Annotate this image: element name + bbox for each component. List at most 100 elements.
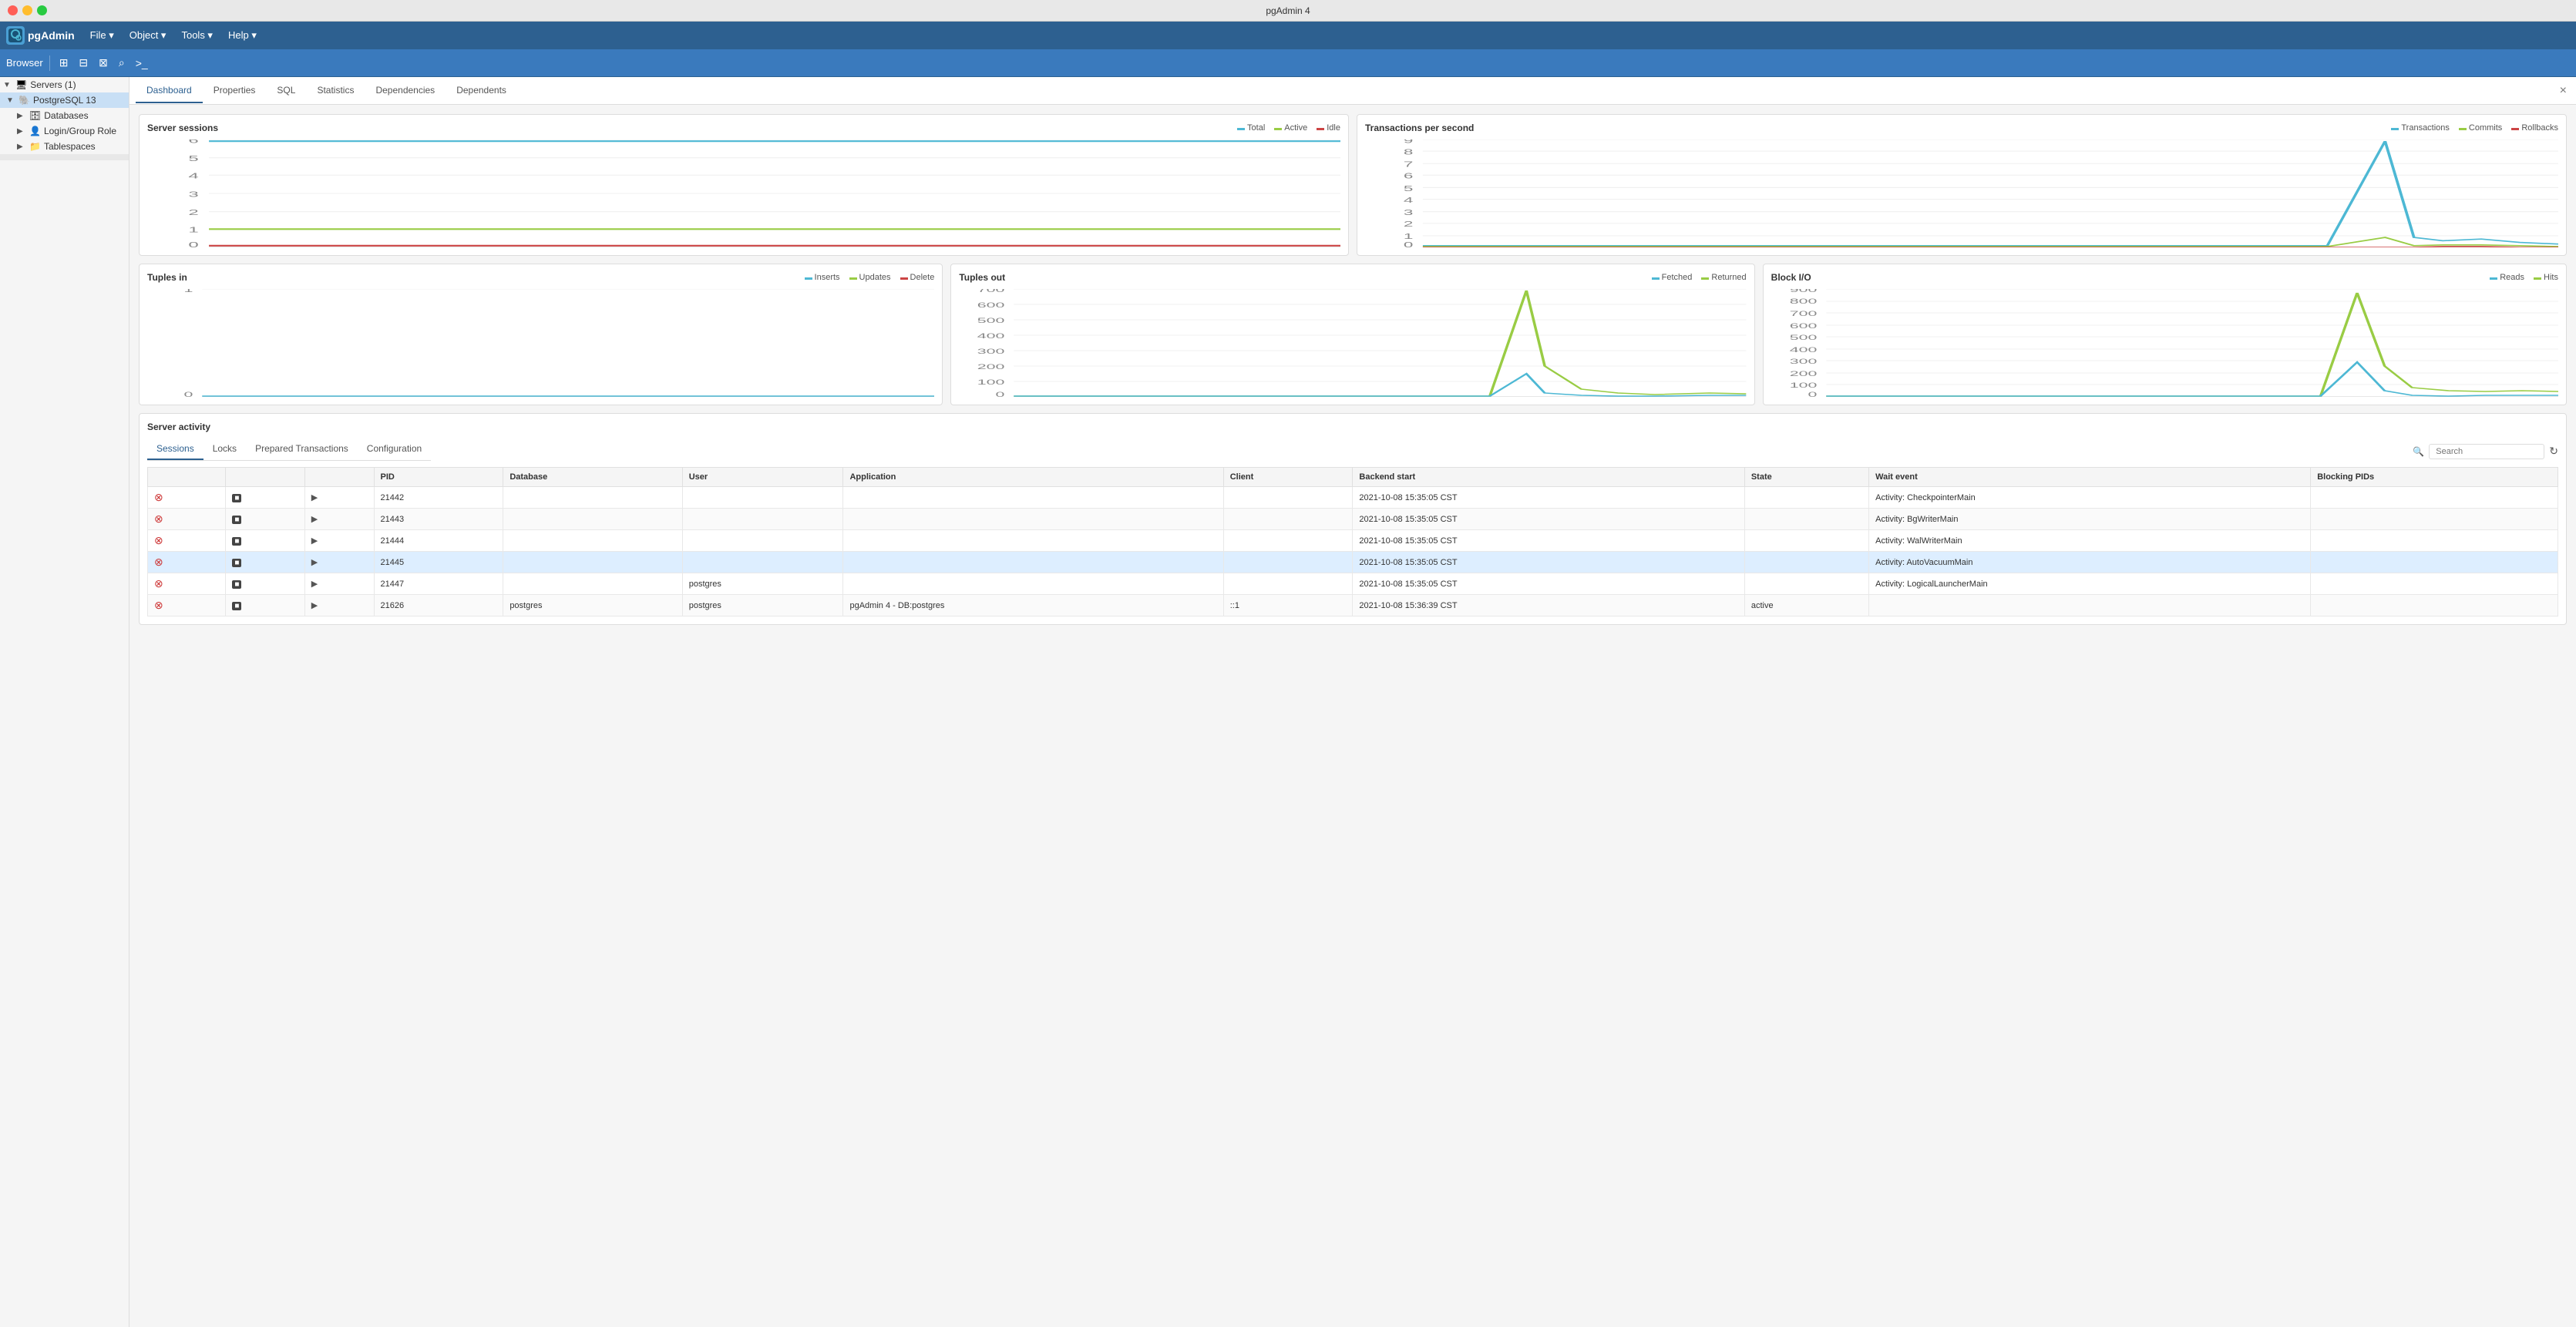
refresh-icon[interactable]: ↻ [2549, 445, 2558, 458]
block-io-legend: Reads Hits [2490, 273, 2558, 282]
tab-statistics[interactable]: Statistics [306, 79, 365, 103]
server-sessions-svg: 6 5 4 3 2 1 0 [147, 139, 1340, 247]
row-terminate: ⊗ [148, 487, 226, 509]
tab-dependencies[interactable]: Dependencies [365, 79, 446, 103]
menu-object[interactable]: Object ▾ [123, 26, 173, 45]
expand-arrow-tablespaces[interactable]: ▶ [17, 143, 26, 151]
svg-text:2: 2 [188, 208, 198, 217]
cell-database [503, 509, 682, 530]
cell-user [682, 509, 843, 530]
tab-properties[interactable]: Properties [203, 79, 267, 103]
transactions-legend: Transactions Commits Rollbacks [2391, 123, 2558, 133]
table-icon[interactable]: ⊟ [76, 53, 91, 72]
transactions-chart: 9 8 7 6 5 4 3 2 1 0 [1365, 139, 2558, 247]
expand-arrow-roles[interactable]: ▶ [17, 127, 26, 136]
cell-user [682, 552, 843, 573]
menu-tools[interactable]: Tools ▾ [175, 26, 219, 45]
row-expand-btn[interactable]: ▶ [304, 487, 374, 509]
table-row: ⊗ ■ ▶ 21444 2021-10-08 15:35:05 CST [148, 530, 2558, 552]
table-row: ⊗ ■ ▶ 21442 2021-10-08 15:35:05 CST [148, 487, 2558, 509]
svg-text:500: 500 [1789, 334, 1817, 341]
row-expand-btn[interactable]: ▶ [304, 530, 374, 552]
sidebar-item-databases[interactable]: ▶ 🗄 Databases [0, 108, 129, 123]
grid-view-icon[interactable]: ⊞ [56, 53, 72, 72]
activity-tab-configuration[interactable]: Configuration [358, 438, 431, 460]
close-button[interactable] [8, 5, 18, 15]
table-row: ⊗ ■ ▶ 21626 postgres postgres pgAdmin 4 … [148, 595, 2558, 616]
maximize-button[interactable] [37, 5, 47, 15]
search-icon[interactable]: ⌕ [116, 53, 128, 72]
legend-rollbacks: Rollbacks [2511, 123, 2558, 133]
legend-transactions: Transactions [2391, 123, 2450, 133]
svg-text:5: 5 [1404, 184, 1413, 193]
sidebar: ▼ 🖥 Servers (1) ▼ 🐘 PostgreSQL 13 ▶ 🗄 Da… [0, 77, 129, 1327]
search-icon: 🔍 [2413, 446, 2424, 457]
minimize-button[interactable] [22, 5, 32, 15]
sidebar-scrollbar[interactable] [0, 154, 129, 160]
tuples-in-header: Tuples in Inserts Updates Delete [147, 272, 934, 283]
sidebar-item-tablespaces[interactable]: ▶ 📁 Tablespaces [0, 139, 129, 154]
sidebar-item-servers[interactable]: ▼ 🖥 Servers (1) [0, 77, 129, 92]
tab-dependents[interactable]: Dependents [446, 79, 517, 103]
properties-icon[interactable]: ⊠ [96, 53, 111, 72]
cell-state [1744, 487, 1868, 509]
cell-state [1744, 530, 1868, 552]
cell-user [682, 487, 843, 509]
search-input[interactable] [2429, 444, 2544, 459]
tuples-in-legend: Inserts Updates Delete [805, 273, 935, 282]
activity-tab-locks[interactable]: Locks [203, 438, 246, 460]
svg-text:1: 1 [1404, 232, 1413, 240]
row-cancel: ■ [226, 573, 304, 595]
block-io-chart: 900 800 700 600 500 400 300 200 100 0 [1771, 289, 2558, 397]
svg-text:500: 500 [977, 317, 1005, 324]
cell-blocking-pids [2311, 552, 2558, 573]
sidebar-item-postgresql[interactable]: ▼ 🐘 PostgreSQL 13 [0, 92, 129, 108]
cell-database [503, 552, 682, 573]
tab-close-button[interactable]: × [2557, 84, 2570, 98]
terminal-icon[interactable]: >_ [133, 54, 151, 72]
activity-search: 🔍 ↻ [2413, 444, 2558, 462]
row-expand-btn[interactable]: ▶ [304, 595, 374, 616]
menu-file[interactable]: File ▾ [84, 26, 120, 45]
svg-text:100: 100 [977, 378, 1005, 386]
menu-help[interactable]: Help ▾ [222, 26, 263, 45]
svg-text:6: 6 [188, 139, 198, 144]
row-expand-btn[interactable]: ▶ [304, 509, 374, 530]
block-io-panel: Block I/O Reads Hits [1763, 264, 2567, 405]
tab-sql[interactable]: SQL [266, 79, 306, 103]
svg-text:3: 3 [188, 190, 198, 198]
svg-text:900: 900 [1789, 289, 1817, 294]
svg-text:700: 700 [977, 289, 1005, 294]
svg-text:200: 200 [1789, 370, 1817, 378]
expand-arrow-postgresql[interactable]: ▼ [6, 96, 15, 105]
row-expand-btn[interactable]: ▶ [304, 573, 374, 595]
cell-application [843, 487, 1223, 509]
col-client: Client [1223, 468, 1353, 487]
col-expand [304, 468, 374, 487]
activity-tab-prepared-transactions[interactable]: Prepared Transactions [246, 438, 358, 460]
cell-blocking-pids [2311, 530, 2558, 552]
sidebar-item-login-roles[interactable]: ▶ 👤 Login/Group Role [0, 123, 129, 139]
svg-text:800: 800 [1789, 297, 1817, 305]
cell-state [1744, 552, 1868, 573]
activity-tab-sessions[interactable]: Sessions [147, 438, 203, 460]
tablespaces-label: Tablespaces [44, 141, 96, 152]
cell-backend-start: 2021-10-08 15:35:05 CST [1353, 552, 1744, 573]
svg-text:2: 2 [1404, 220, 1413, 228]
app-name: pgAdmin [28, 29, 75, 42]
cell-wait-event [1869, 595, 2311, 616]
svg-text:0: 0 [1404, 240, 1413, 247]
tab-dashboard[interactable]: Dashboard [136, 79, 203, 103]
row-expand-btn[interactable]: ▶ [304, 552, 374, 573]
roles-icon: 👤 [29, 126, 41, 136]
databases-icon: 🗄 [29, 110, 41, 121]
expand-arrow-servers[interactable]: ▼ [3, 81, 12, 89]
svg-text:8: 8 [1404, 147, 1413, 156]
sessions-table-container: PID Database User Application Client Bac… [147, 467, 2558, 616]
tuples-in-svg: 1 0 [147, 289, 934, 397]
svg-text:6: 6 [1404, 172, 1413, 180]
legend-delete: Delete [900, 273, 935, 282]
window-controls[interactable] [8, 5, 47, 15]
cell-database: postgres [503, 595, 682, 616]
expand-arrow-databases[interactable]: ▶ [17, 112, 26, 120]
